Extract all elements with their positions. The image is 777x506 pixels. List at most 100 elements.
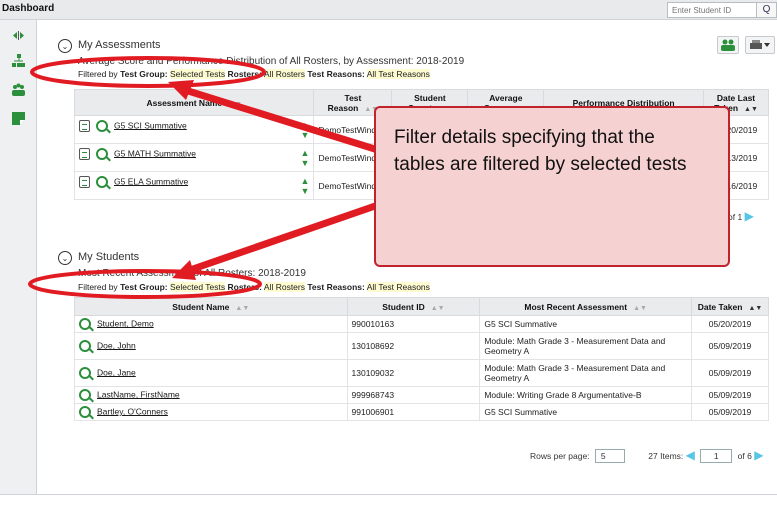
assessment-cell: G5 SCI Summative: [479, 315, 693, 333]
assessment-link[interactable]: G5 SCI Summative: [114, 120, 187, 130]
assessments-filter-line: Filtered by Test Group: Selected Tests R…: [78, 69, 430, 79]
expand-collapse-icon[interactable]: [11, 28, 26, 43]
col-most-recent-assessment[interactable]: Most Recent Assessment ▲▼: [479, 297, 693, 316]
assessment-cell: Module: Math Grade 3 - Measurement Data …: [479, 359, 693, 387]
assessment-link[interactable]: G5 MATH Summative: [114, 148, 196, 158]
page-title: Dashboard: [2, 3, 55, 14]
magnifier-icon[interactable]: [79, 318, 91, 330]
pager-of-text: of 1: [728, 212, 743, 222]
reorder-icon[interactable]: ▲ ▼: [301, 120, 310, 140]
magnifier-icon[interactable]: [79, 406, 91, 418]
print-button[interactable]: [745, 36, 775, 54]
reorder-icon[interactable]: ▲ ▼: [301, 176, 310, 196]
table-row: Doe, Jane 130109032 Module: Math Grade 3…: [74, 359, 769, 387]
filter-rosters-label: Rosters:: [227, 282, 262, 292]
hierarchy-icon[interactable]: [11, 53, 26, 68]
date-cell: 05/20/2019: [691, 315, 769, 333]
magnifier-icon[interactable]: [96, 175, 108, 188]
groups-icon: [721, 39, 735, 51]
people-icon[interactable]: [11, 82, 26, 97]
student-link[interactable]: Doe, Jane: [97, 367, 136, 377]
student-id-cell: 130108692: [346, 332, 481, 360]
student-link[interactable]: LastName, FirstName: [97, 389, 180, 399]
page-of-text: of 6: [737, 451, 752, 461]
note-icon[interactable]: [11, 111, 26, 126]
table-row: Bartley, O'Conners 991006901 G5 SCI Summ…: [74, 403, 769, 421]
page-number-input[interactable]: 1: [700, 449, 733, 463]
students-collapse-toggle[interactable]: ⌄: [58, 251, 72, 265]
magnifier-icon[interactable]: [79, 367, 91, 379]
magnifier-icon[interactable]: [96, 119, 108, 132]
student-id-cell: 999968743: [346, 386, 481, 404]
student-id-cell: 990010163: [346, 315, 481, 333]
magnifier-icon[interactable]: [96, 147, 108, 160]
annotation-callout: Filter details specifying that the table…: [374, 106, 730, 267]
students-header-row: Student Name ▲▼ Student ID ▲▼ Most Recent …: [74, 297, 769, 316]
assessment-cell: Module: Math Grade 3 - Measurement Data …: [479, 332, 693, 360]
filter-reasons-value: All Test Reasons: [366, 282, 430, 292]
chevron-down-icon: ⌄: [61, 41, 69, 51]
assessment-name-cell: G5 SCI Summative ▲ ▼: [73, 115, 315, 144]
student-link[interactable]: Doe, John: [97, 340, 136, 350]
chevron-down-icon: ⌄: [61, 253, 69, 263]
assessment-cell: Module: Writing Grade 8 Argumentative-B: [479, 386, 693, 404]
students-filter-line: Filtered by Test Group: Selected Tests R…: [78, 282, 430, 292]
report-icon[interactable]: [79, 147, 90, 160]
items-count: 27 Items:: [648, 451, 684, 461]
report-icon[interactable]: [79, 175, 90, 188]
date-cell: 05/09/2019: [691, 403, 769, 421]
assessment-link[interactable]: G5 ELA Summative: [114, 176, 188, 186]
table-row: Student, Demo 990010163 G5 SCI Summative…: [74, 315, 769, 333]
student-id-cell: 130109032: [346, 359, 481, 387]
table-row: Doe, John 130108692 Module: Math Grade 3…: [74, 332, 769, 360]
left-rail: [0, 20, 37, 506]
search-button[interactable]: Q: [757, 2, 777, 18]
student-link[interactable]: Student, Demo: [97, 318, 154, 328]
date-cell: 05/09/2019: [691, 332, 769, 360]
students-table: Student Name ▲▼ Student ID ▲▼ Most Recent …: [74, 297, 769, 421]
top-bar: Dashboard Q: [0, 0, 777, 20]
filter-group-label: Test Group:: [120, 282, 168, 292]
student-id-search-input[interactable]: [667, 2, 757, 18]
col-assessment-name[interactable]: Assessment Name ▲▼: [73, 89, 315, 116]
filter-reasons-label: Test Reasons:: [307, 69, 365, 79]
table-row: LastName, FirstName 999968743 Module: Wr…: [74, 386, 769, 404]
next-page-icon[interactable]: ▶: [745, 209, 754, 223]
filter-rosters-label: Rosters:: [227, 69, 262, 79]
printer-icon: [750, 40, 770, 49]
magnifier-icon[interactable]: [79, 340, 91, 352]
student-groups-button[interactable]: [717, 36, 739, 54]
next-page-icon[interactable]: ▶: [754, 448, 763, 462]
filter-group-value: Selected Tests: [169, 282, 226, 292]
filter-reasons-label: Test Reasons:: [307, 282, 365, 292]
student-name-cell: Doe, John: [74, 332, 348, 360]
assessments-collapse-toggle[interactable]: ⌄: [58, 39, 72, 53]
assessments-pager: of 1 ▶: [728, 209, 754, 223]
students-section-title: My Students: [78, 251, 140, 263]
students-subtitle: Most Recent Assessment of All Rosters: 2…: [78, 268, 306, 279]
magnifier-icon[interactable]: [79, 389, 91, 401]
filter-prefix: Filtered by: [78, 69, 118, 79]
previous-page-icon[interactable]: ◀: [686, 448, 695, 462]
col-date-taken[interactable]: Date Taken ▲▼: [691, 297, 769, 316]
filter-reasons-value: All Test Reasons: [366, 69, 430, 79]
reorder-icon[interactable]: ▲ ▼: [301, 148, 310, 168]
date-cell: 05/09/2019: [691, 386, 769, 404]
assessment-cell: G5 SCI Summative: [479, 403, 693, 421]
date-cell: 05/09/2019: [691, 359, 769, 387]
rows-per-page-label: Rows per page:: [530, 451, 590, 461]
assessments-section-title: My Assessments: [78, 39, 161, 51]
student-id-cell: 991006901: [346, 403, 481, 421]
student-name-cell: Student, Demo: [74, 315, 348, 333]
filter-group-label: Test Group:: [120, 69, 168, 79]
student-link[interactable]: Bartley, O'Conners: [97, 406, 168, 416]
col-student-name[interactable]: Student Name ▲▼: [74, 297, 348, 316]
filter-group-value: Selected Tests: [169, 69, 226, 79]
pointer-arrow-bottom: [188, 201, 380, 274]
student-name-cell: LastName, FirstName: [74, 386, 348, 404]
col-student-id[interactable]: Student ID ▲▼: [346, 297, 481, 316]
report-icon[interactable]: [79, 119, 90, 132]
students-pager: Rows per page: 5 27 Items: ◀ 1 of 6 ▶: [530, 448, 763, 463]
rows-per-page-select[interactable]: 5: [594, 449, 625, 463]
student-name-cell: Doe, Jane: [74, 359, 348, 387]
